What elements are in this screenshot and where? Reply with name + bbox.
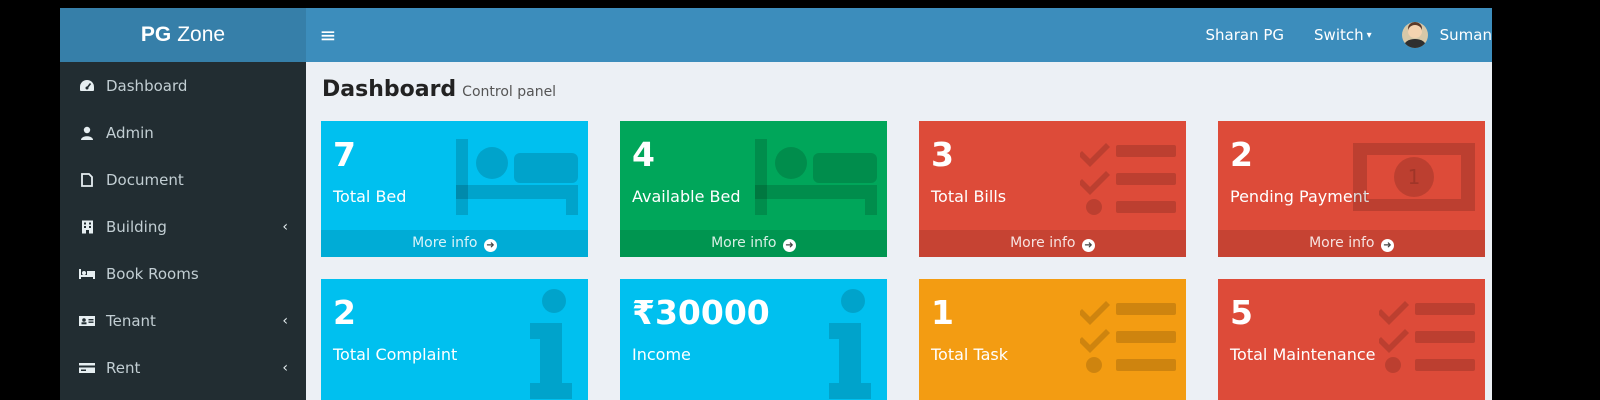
money-icon: 1 — [1353, 143, 1475, 211]
more-info-link[interactable]: More info ➜ — [1218, 230, 1485, 257]
switch-label: Switch — [1314, 26, 1364, 44]
checklist-icon — [1080, 143, 1176, 215]
sidebar-item-label: Document — [106, 170, 184, 189]
menu-toggle-icon[interactable]: ≡ — [308, 23, 348, 47]
stat-value: ₹30000 — [632, 293, 770, 332]
chevron-left-icon: ‹ — [282, 359, 288, 376]
bed-icon — [78, 268, 96, 280]
chevron-left-icon: ‹ — [282, 218, 288, 235]
stat-label: Income — [632, 345, 691, 364]
more-info-link[interactable]: More info ➜ — [919, 230, 1186, 257]
sidebar-item-building[interactable]: Building ‹ — [60, 203, 306, 250]
stat-box-pending-payment: 2 Pending Payment 1 More info ➜ — [1218, 121, 1485, 257]
stat-label: Total Bed — [333, 187, 407, 206]
stat-value: 2 — [1230, 135, 1253, 174]
more-info-label: More info — [1010, 235, 1076, 251]
stat-label: Total Complaint — [333, 345, 458, 364]
user-icon — [78, 126, 96, 140]
brand-bold: PG — [140, 23, 172, 46]
stat-value: 5 — [1230, 293, 1253, 332]
stat-value: 2 — [333, 293, 356, 332]
main-content: Dashboard Control panel 7 Total Bed More… — [306, 62, 1492, 400]
arrow-circle-right-icon: ➜ — [1081, 239, 1095, 252]
checklist-icon — [1379, 301, 1475, 373]
brand-light: Zone — [177, 23, 226, 46]
sidebar: PG Zone Dashboard Admin Document Buildin… — [60, 8, 306, 400]
checklist-icon — [1080, 301, 1176, 373]
sidebar-item-rent[interactable]: Rent ‹ — [60, 344, 306, 391]
pg-name-link[interactable]: Sharan PG — [1206, 26, 1285, 44]
sidebar-item-label: Dashboard — [106, 76, 188, 95]
svg-text:1: 1 — [1408, 165, 1421, 189]
stat-box-total-maintenance: 5 Total Maintenance — [1218, 279, 1485, 400]
navbar-right: Sharan PG Switch ▾ Suman — [1206, 22, 1492, 48]
credit-card-icon — [78, 362, 96, 374]
sidebar-item-tenant[interactable]: Tenant ‹ — [60, 297, 306, 344]
stat-box-total-bills: 3 Total Bills More info ➜ — [919, 121, 1186, 257]
sidebar-item-label: Tenant — [106, 311, 156, 330]
stat-label: Total Maintenance — [1230, 345, 1376, 364]
info-icon — [829, 289, 871, 399]
page-title: Dashboard — [322, 77, 457, 102]
avatar — [1401, 22, 1428, 48]
stat-box-available-bed: 4 Available Bed More info ➜ — [620, 121, 887, 257]
app-window: PG Zone Dashboard Admin Document Buildin… — [60, 8, 1492, 400]
stat-label: Total Bills — [931, 187, 1007, 206]
chevron-left-icon: ‹ — [282, 312, 288, 329]
arrow-circle-right-icon: ➜ — [483, 239, 497, 252]
stat-box-total-bed: 7 Total Bed More info ➜ — [321, 121, 588, 257]
more-info-link[interactable]: More info ➜ — [620, 230, 887, 257]
building-icon — [78, 220, 96, 234]
stat-box-total-task: 1 Total Task — [919, 279, 1186, 400]
brand-logo[interactable]: PG Zone — [60, 8, 306, 62]
sidebar-item-label: Admin — [106, 123, 154, 142]
sidebar-item-book-rooms[interactable]: Book Rooms — [60, 250, 306, 297]
arrow-circle-right-icon: ➜ — [782, 239, 796, 252]
more-info-label: More info — [711, 235, 777, 251]
more-info-label: More info — [1309, 235, 1375, 251]
sidebar-item-label: Rent — [106, 358, 141, 377]
arrow-circle-right-icon: ➜ — [1380, 239, 1394, 252]
stat-label: Available Bed — [632, 187, 741, 206]
stat-value: 1 — [931, 293, 954, 332]
top-navbar: ≡ Sharan PG Switch ▾ Suman — [306, 8, 1492, 62]
stat-label: Pending Payment — [1230, 187, 1370, 206]
document-icon — [78, 172, 96, 187]
switch-dropdown[interactable]: Switch ▾ — [1314, 26, 1372, 44]
page-subtitle: Control panel — [462, 84, 557, 100]
dashboard-icon — [78, 79, 96, 93]
id-card-icon — [78, 315, 96, 327]
sidebar-item-document[interactable]: Document — [60, 156, 306, 203]
info-icon — [530, 289, 572, 399]
bed-icon — [456, 139, 578, 215]
stat-value: 3 — [931, 135, 954, 174]
sidebar-item-label: Book Rooms — [106, 264, 199, 283]
bed-icon — [755, 139, 877, 215]
stat-box-total-complaint: 2 Total Complaint — [321, 279, 588, 400]
sidebar-item-label: Building — [106, 217, 167, 236]
user-name: Suman — [1439, 26, 1492, 44]
user-menu[interactable]: Suman — [1401, 22, 1492, 48]
caret-down-icon: ▾ — [1366, 29, 1372, 41]
stat-value: 4 — [632, 135, 655, 174]
sidebar-item-admin[interactable]: Admin — [60, 109, 306, 156]
page-header: Dashboard Control panel — [322, 77, 556, 102]
stat-label: Total Task — [931, 345, 1008, 364]
sidebar-item-dashboard[interactable]: Dashboard — [60, 62, 306, 109]
stat-value: 7 — [333, 135, 356, 174]
more-info-label: More info — [412, 235, 478, 251]
stat-box-income: ₹30000 Income — [620, 279, 887, 400]
more-info-link[interactable]: More info ➜ — [321, 230, 588, 257]
